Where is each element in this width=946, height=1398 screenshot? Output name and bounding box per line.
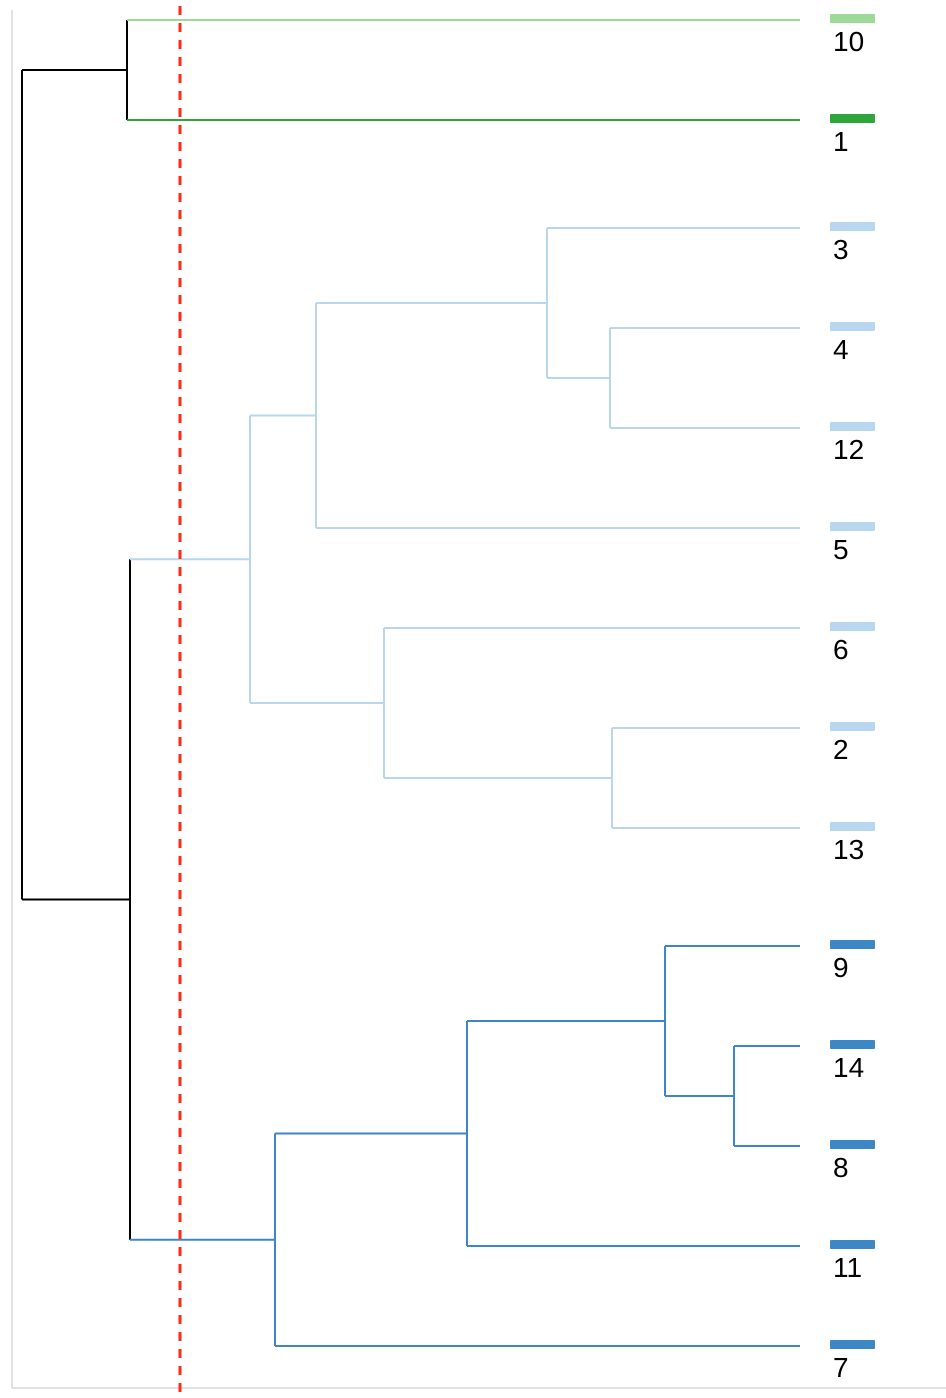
leaf-marker-9 xyxy=(830,940,875,949)
leaf-label-5: 5 xyxy=(833,534,849,566)
leaf-label-3: 3 xyxy=(833,234,849,266)
leaf-marker-11 xyxy=(830,1240,875,1249)
leaf-label-4: 4 xyxy=(833,334,849,366)
leaf-marker-10 xyxy=(830,14,875,23)
leaf-marker-3 xyxy=(830,222,875,231)
leaf-marker-13 xyxy=(830,822,875,831)
leaf-label-1: 1 xyxy=(833,126,849,158)
leaf-marker-5 xyxy=(830,522,875,531)
leaf-label-8: 8 xyxy=(833,1152,849,1184)
leaf-marker-6 xyxy=(830,622,875,631)
leaf-marker-12 xyxy=(830,422,875,431)
leaf-marker-4 xyxy=(830,322,875,331)
leaf-marker-8 xyxy=(830,1140,875,1149)
leaf-label-11: 11 xyxy=(833,1252,862,1284)
leaf-label-7: 7 xyxy=(833,1352,849,1384)
dendrogram-svg xyxy=(0,0,946,1398)
leaf-marker-7 xyxy=(830,1340,875,1349)
leaf-marker-1 xyxy=(830,114,875,123)
leaf-label-13: 13 xyxy=(833,834,864,866)
leaf-label-12: 12 xyxy=(833,434,864,466)
leaf-label-14: 14 xyxy=(833,1052,864,1084)
leaf-label-6: 6 xyxy=(833,634,849,666)
leaf-marker-2 xyxy=(830,722,875,731)
leaf-label-9: 9 xyxy=(833,952,849,984)
leaf-label-2: 2 xyxy=(833,734,849,766)
dendrogram-chart: 1013412562139148117 xyxy=(0,0,946,1398)
leaf-marker-14 xyxy=(830,1040,875,1049)
leaf-label-10: 10 xyxy=(833,26,864,58)
